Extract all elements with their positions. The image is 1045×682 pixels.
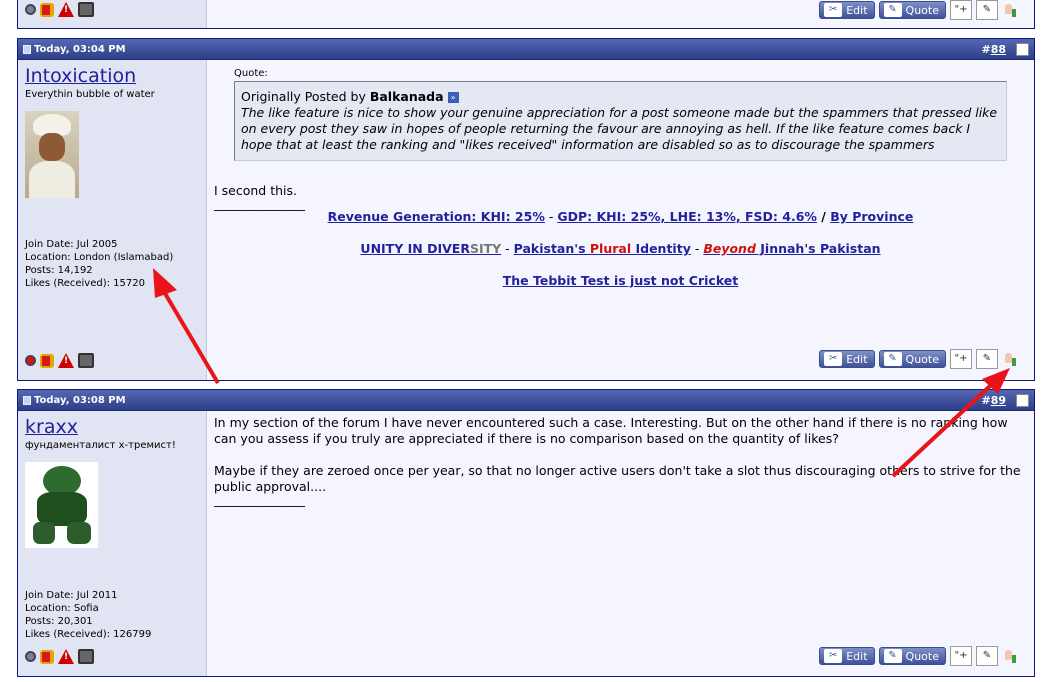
previous-post-footer: ! ✂ Edit ✎ Quote "+ ✎ — [17, 0, 1035, 29]
scissors-icon: ✂ — [824, 352, 843, 366]
post-header: Today, 03:08 PM #89 — [18, 390, 1034, 411]
report-warning-icon[interactable]: ! — [58, 353, 74, 368]
user-stats: Join Date: Jul 2005 Location: London (Is… — [25, 239, 174, 289]
user-icons: ! — [25, 353, 94, 368]
post-doc-icon — [23, 45, 31, 54]
scissors-icon: ✂ — [824, 649, 843, 663]
like-thumb-icon[interactable] — [1002, 2, 1016, 18]
likes-received: Likes (Received): 126799 — [25, 629, 152, 640]
quote-button[interactable]: ✎ Quote — [878, 1, 946, 19]
quick-reply-icon[interactable]: ✎ — [976, 646, 998, 666]
quote-text: The like feature is nice to show your ge… — [241, 105, 998, 152]
avatar[interactable] — [25, 462, 98, 548]
sig-link-province[interactable]: By Province — [830, 209, 913, 224]
post-date: Today, 03:08 PM — [34, 395, 126, 406]
message-text-2: Maybe if they are zeroed once per year, … — [214, 463, 1021, 494]
post-actions: ✂ Edit ✎ Quote "+ ✎ — [819, 646, 1016, 666]
computer-icon — [78, 2, 94, 17]
reputation-icon[interactable] — [40, 2, 54, 17]
sig-link-revenue[interactable]: Revenue Generation: KHI: 25% — [328, 209, 545, 224]
user-stats: Join Date: Jul 2011 Location: Sofia Post… — [25, 590, 152, 640]
quote-icon: ✎ — [883, 3, 902, 17]
report-warning-icon[interactable]: ! — [58, 649, 74, 664]
quick-reply-icon[interactable]: ✎ — [976, 0, 998, 20]
user-title: фундаменталист х-тремист! — [25, 440, 176, 451]
post-number-link[interactable]: 89 — [991, 394, 1006, 407]
post-doc-icon — [23, 396, 31, 405]
post-89: Today, 03:08 PM #89 kraxx фундаменталист… — [17, 389, 1035, 677]
multi-quote-icon[interactable]: "+ — [950, 0, 972, 20]
multi-quote-icon[interactable]: "+ — [950, 646, 972, 666]
reputation-icon[interactable] — [40, 649, 54, 664]
sig-link-unity[interactable]: UNITY IN DIVERSITY — [360, 241, 501, 256]
sig-link-tebbit[interactable]: The Tebbit Test is just not Cricket — [503, 273, 739, 288]
previous-user-icons: ! — [25, 2, 94, 17]
quote-icon: ✎ — [883, 649, 902, 663]
quote-box: Originally Posted by Balkanada » The lik… — [234, 81, 1007, 161]
scissors-icon: ✂ — [824, 3, 843, 17]
edit-button[interactable]: ✂ Edit — [819, 1, 875, 19]
user-title: Everythin bubble of water — [25, 89, 155, 100]
reputation-icon[interactable] — [40, 353, 54, 368]
likes-received: Likes (Received): 15720 — [25, 278, 145, 289]
computer-icon — [78, 353, 94, 368]
avatar[interactable] — [25, 111, 79, 198]
post-actions: ✂ Edit ✎ Quote "+ ✎ — [819, 349, 1016, 369]
online-status-icon — [25, 355, 36, 366]
sig-link-plural[interactable]: Pakistan's Plural Identity — [514, 241, 691, 256]
quote-icon: ✎ — [883, 352, 902, 366]
quote-button[interactable]: ✎ Quote — [878, 647, 946, 665]
signature-divider: __________________ — [214, 197, 305, 211]
quote-author: Balkanada — [369, 89, 444, 104]
report-warning-icon[interactable]: ! — [58, 2, 74, 17]
edit-button[interactable]: ✂ Edit — [819, 647, 875, 665]
username-link[interactable]: kraxx — [25, 416, 199, 438]
post-number-link[interactable]: 88 — [991, 43, 1006, 56]
edit-button[interactable]: ✂ Edit — [819, 350, 875, 368]
computer-icon — [78, 649, 94, 664]
message-text: I second this. — [214, 183, 297, 198]
like-thumb-icon[interactable] — [1002, 648, 1016, 664]
view-post-icon[interactable]: » — [447, 92, 459, 103]
signature-divider: __________________ — [214, 493, 305, 507]
post-header: Today, 03:04 PM #88 — [18, 39, 1034, 60]
quick-reply-icon[interactable]: ✎ — [976, 349, 998, 369]
quote-button[interactable]: ✎ Quote — [878, 350, 946, 368]
select-post-checkbox[interactable] — [1016, 43, 1029, 56]
signature: Revenue Generation: KHI: 25% - GDP: KHI:… — [327, 209, 914, 288]
user-info-panel: Intoxication Everythin bubble of water J… — [18, 60, 207, 380]
username-link[interactable]: Intoxication — [25, 65, 199, 87]
message-text: In my section of the forum I have never … — [214, 415, 1008, 446]
offline-status-icon — [25, 651, 36, 662]
select-post-checkbox[interactable] — [1016, 394, 1029, 407]
multi-quote-icon[interactable]: "+ — [950, 349, 972, 369]
sig-link-gdp[interactable]: GDP: KHI: 25%, LHE: 13%, FSD: 4.6% — [557, 209, 817, 224]
offline-status-icon — [25, 4, 36, 15]
post-content: In my section of the forum I have never … — [207, 411, 1034, 676]
post-date: Today, 03:04 PM — [34, 44, 126, 55]
post-88: Today, 03:04 PM #88 Intoxication Everyth… — [17, 38, 1035, 381]
like-thumb-icon[interactable] — [1002, 351, 1016, 367]
user-info-panel: kraxx фундаменталист х-тремист! Join Dat… — [18, 411, 207, 676]
user-icons: ! — [25, 649, 94, 664]
sig-link-jinnah[interactable]: Beyond Jinnah's Pakistan — [703, 241, 880, 256]
post-content: Quote: Originally Posted by Balkanada » … — [207, 60, 1034, 380]
